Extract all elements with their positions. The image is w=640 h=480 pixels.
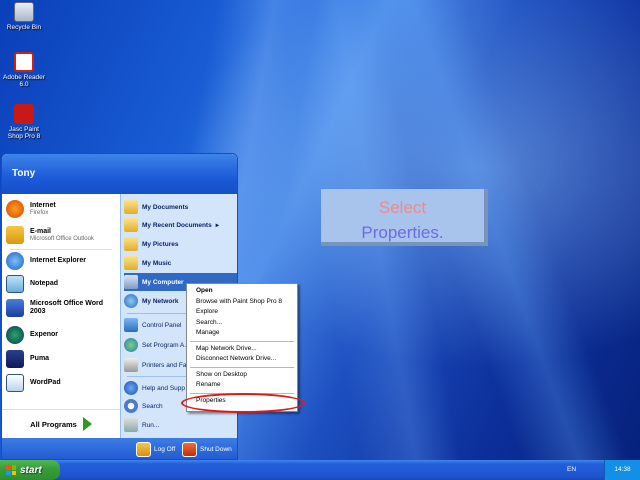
recent-item-title: Expenor	[30, 331, 59, 338]
right-item-my-music[interactable]: My Music	[124, 254, 237, 272]
power-icon	[182, 442, 197, 457]
computer-icon	[124, 275, 138, 289]
ie-icon	[6, 252, 24, 270]
help-icon	[124, 381, 138, 395]
all-programs-button[interactable]: All Programs	[2, 409, 120, 438]
windows-logo-icon	[6, 465, 16, 475]
right-item-label: My Computer	[142, 278, 184, 286]
context-menu: Open Browse with Paint Shop Pro 8 Explor…	[186, 283, 298, 412]
defaults-icon	[124, 338, 138, 352]
recent-item-expenor[interactable]: Expenor	[6, 324, 118, 346]
pinned-item-title: E-mail	[30, 228, 52, 235]
right-item-label: Control Panel	[142, 321, 182, 329]
folder-icon	[124, 256, 138, 270]
shut-down-button[interactable]: Shut Down	[182, 441, 232, 458]
start-menu-footer: Log Off Shut Down	[2, 438, 237, 459]
key-icon	[136, 442, 151, 457]
desktop-icon-paint-shop-pro[interactable]: Jasc Paint Shop Pro 8	[2, 104, 46, 140]
right-item-my-documents[interactable]: My Documents	[124, 198, 237, 216]
right-item-label: My Documents	[142, 203, 189, 211]
pinned-item-subtitle: Microsoft Office Outlook	[30, 236, 94, 242]
right-item-label: Printers and Fa	[142, 361, 187, 369]
recent-item-title: Notepad	[30, 280, 58, 287]
ctx-item-explore[interactable]: Explore	[187, 307, 297, 318]
outlook-icon	[6, 226, 24, 244]
pinned-item-title: Internet	[30, 202, 56, 209]
ctx-item-rename[interactable]: Rename	[187, 380, 297, 391]
search-icon	[124, 399, 138, 413]
recent-item-title: Microsoft Office Word 2003	[30, 300, 103, 315]
ctx-item-disconnect-drive[interactable]: Disconnect Network Drive...	[187, 354, 297, 365]
right-item-label: Help and Supp	[142, 384, 186, 392]
menu-separator	[190, 366, 294, 368]
recent-item-title: WordPad	[30, 379, 61, 386]
instruction-callout: Select Properties.	[321, 189, 488, 246]
wordpad-icon	[6, 374, 24, 392]
desktop-icon-recycle-bin[interactable]: Recycle Bin	[2, 2, 46, 31]
expenor-icon	[6, 326, 24, 344]
ctx-item-browse-psp[interactable]: Browse with Paint Shop Pro 8	[187, 297, 297, 308]
printer-icon	[124, 358, 138, 372]
right-item-run[interactable]: Run...	[124, 416, 237, 434]
pinned-item-email[interactable]: E-mail Microsoft Office Outlook	[6, 224, 118, 246]
recent-item-notepad[interactable]: Notepad	[6, 273, 118, 295]
folder-icon	[124, 218, 138, 232]
folder-icon	[124, 237, 138, 251]
shut-down-label: Shut Down	[200, 446, 232, 453]
paint-shop-pro-icon	[14, 104, 34, 124]
taskbar: start EN 14:38	[0, 460, 640, 480]
menu-separator	[190, 340, 294, 342]
right-item-label: My Network	[142, 297, 179, 305]
recent-item-wordpad[interactable]: WordPad	[6, 372, 118, 394]
desktop-icon-adobe-reader[interactable]: Adobe Reader 6.0	[2, 52, 46, 88]
ctx-item-properties[interactable]: Properties	[187, 396, 297, 407]
pinned-item-internet[interactable]: Internet Firefox	[6, 198, 118, 220]
callout-line-2: Properties.	[361, 223, 444, 242]
ctx-item-show-desktop[interactable]: Show on Desktop	[187, 370, 297, 381]
recent-item-title: Puma	[30, 355, 50, 362]
run-icon	[124, 418, 138, 432]
right-item-my-pictures[interactable]: My Pictures	[124, 235, 237, 253]
ctx-item-manage[interactable]: Manage	[187, 328, 297, 339]
ctx-item-search[interactable]: Search...	[187, 318, 297, 329]
right-item-label: Run...	[142, 421, 160, 429]
start-menu-user-name: Tony	[2, 154, 237, 194]
desktop-icon-label: Adobe Reader 6.0	[3, 74, 45, 88]
ctx-item-open[interactable]: Open	[187, 286, 297, 297]
submenu-arrow-icon: ▸	[215, 222, 219, 229]
puma-icon	[6, 350, 24, 368]
callout-line-1: Select	[378, 198, 427, 217]
menu-separator	[190, 392, 294, 394]
desktop-icon-label: Recycle Bin	[6, 24, 42, 31]
adobe-reader-icon	[14, 52, 34, 72]
network-icon	[124, 294, 138, 308]
right-item-label: My Music	[142, 259, 172, 267]
recent-item-internet-explorer[interactable]: Internet Explorer	[6, 250, 118, 272]
start-label: start	[20, 464, 42, 476]
all-programs-label: All Programs	[30, 419, 77, 429]
recent-item-word[interactable]: Microsoft Office Word 2003	[6, 297, 118, 319]
desktop-icon-label: Jasc Paint Shop Pro 8	[7, 126, 41, 140]
language-indicator[interactable]: EN	[567, 460, 576, 480]
ctx-item-map-drive[interactable]: Map Network Drive...	[187, 344, 297, 355]
system-tray-clock[interactable]: 14:38	[604, 460, 640, 480]
notepad-icon	[6, 275, 24, 293]
right-item-label: My Recent Documents	[142, 221, 212, 229]
firefox-icon	[6, 200, 24, 218]
log-off-button[interactable]: Log Off	[136, 441, 175, 458]
control-panel-icon	[124, 318, 138, 332]
right-item-label: Search	[142, 402, 163, 410]
start-menu-left-pane: Internet Firefox E-mail Microsoft Office O…	[2, 194, 120, 438]
pinned-item-subtitle: Firefox	[30, 210, 49, 216]
right-item-label: My Pictures	[142, 240, 179, 248]
recent-item-title: Internet Explorer	[30, 257, 87, 264]
right-item-my-recent-documents[interactable]: My Recent Documents ▸	[124, 216, 237, 234]
folder-icon	[124, 200, 138, 214]
green-arrow-icon	[82, 417, 92, 431]
recycle-bin-icon	[14, 2, 34, 22]
word-icon	[6, 299, 24, 317]
log-off-label: Log Off	[154, 446, 176, 453]
start-button[interactable]: start	[0, 460, 60, 480]
recent-item-puma[interactable]: Puma	[6, 348, 118, 370]
